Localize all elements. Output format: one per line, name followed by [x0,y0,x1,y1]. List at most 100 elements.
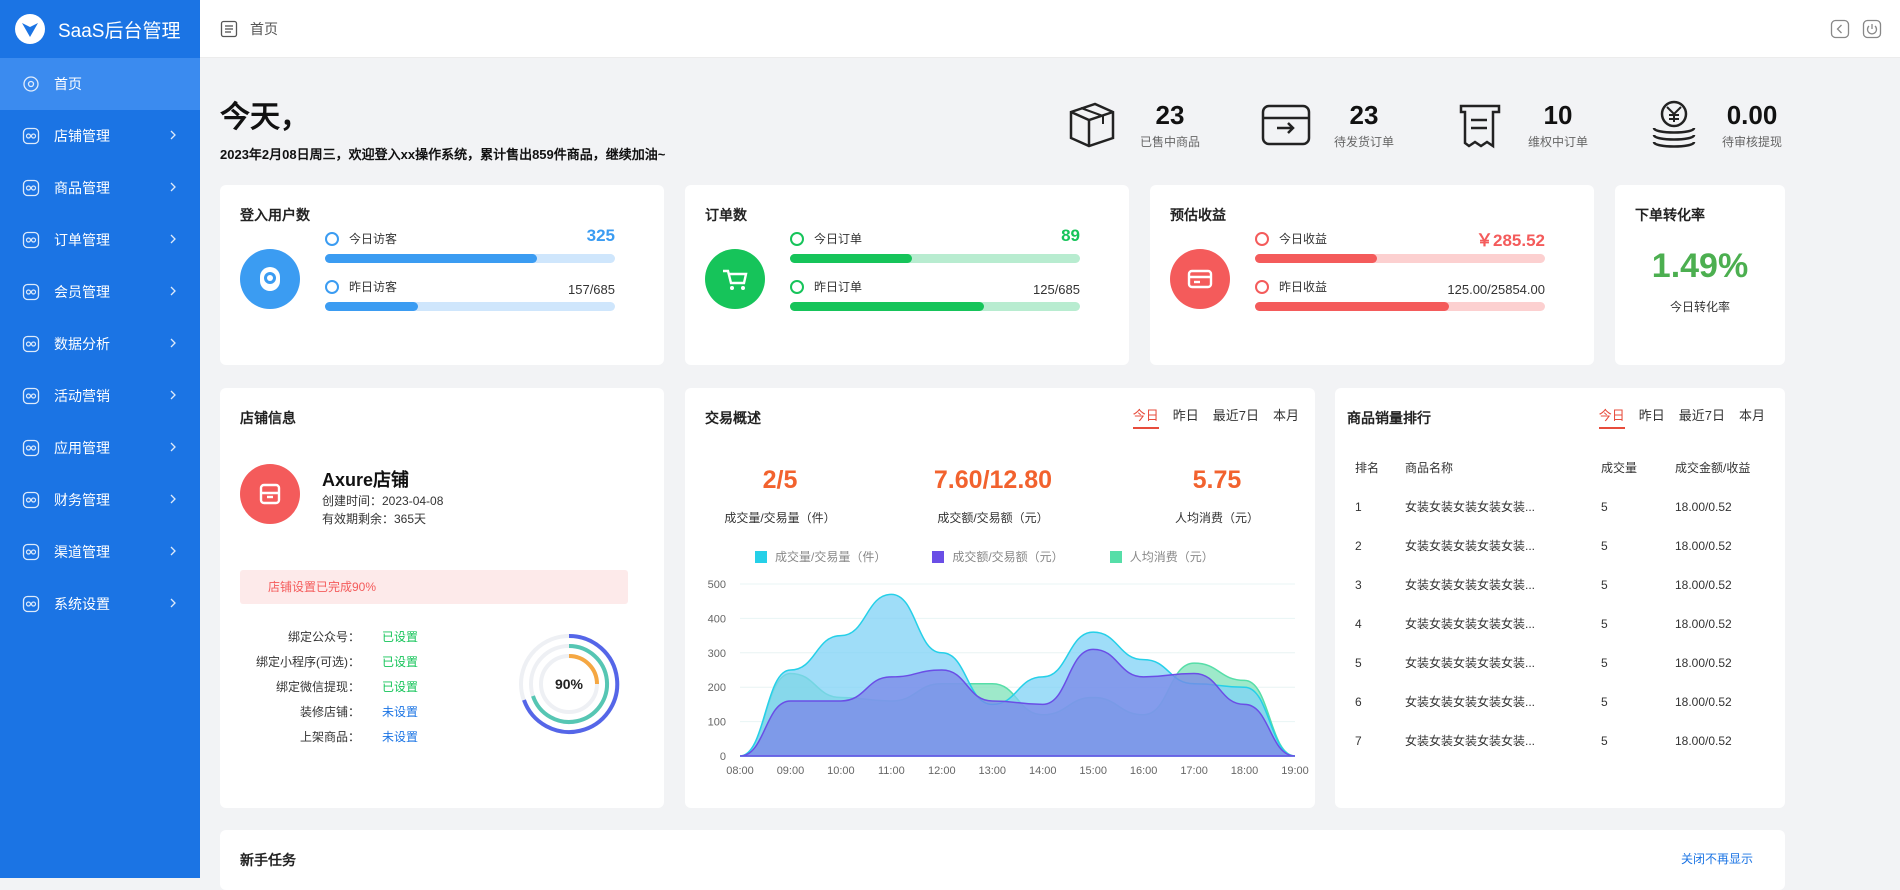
table-row[interactable]: 3 女装女装女装女装女装... 5 18.00/0.52 [1355,565,1775,604]
chevron-right-icon [170,442,176,452]
kpi-label: 成交量/交易量（件） [724,511,836,525]
sidebar-item-label: 商品管理 [54,180,110,196]
trade-overview-card: 交易概述 今日 昨日 最近7日 本月 2/5 成交量/交易量（件） 7.60/12.80… [685,388,1315,808]
y-tick-label: 0 [720,751,726,763]
sidebar-item[interactable]: 财务管理 [0,474,200,526]
breadcrumb[interactable]: 首页 [250,19,278,39]
sidebar-item[interactable]: 首页 [0,58,200,110]
table-cell: 6 [1355,694,1362,709]
table-row[interactable]: 6 女装女装女装女装女装... 5 18.00/0.52 [1355,682,1775,721]
wallet-card-icon [1170,249,1230,309]
tab[interactable]: 昨日 [1639,405,1665,429]
setup-label: 上架商品： [299,730,360,744]
y-tick-label: 100 [708,717,726,729]
setup-label: 绑定小程序(可选)： [256,655,360,669]
power-icon[interactable] [1862,19,1882,39]
setup-status[interactable]: 已设置 [382,628,418,645]
table-row[interactable]: 2 女装女装女装女装女装... 5 18.00/0.52 [1355,526,1775,565]
legend-item[interactable]: 人均消费（元） [1109,548,1214,565]
tab[interactable]: 本月 [1739,405,1765,429]
app-title: SaaS后台管理 [58,20,181,42]
tab[interactable]: 昨日 [1173,405,1199,429]
module-icon [22,283,40,301]
sidebar-item[interactable]: 系统设置 [0,578,200,630]
legend-item[interactable]: 成交额/交易额（元） [932,548,1064,565]
metric-label: 昨日访客 [349,280,398,294]
stat-disputes[interactable]: 10 维权中订单 [1453,98,1647,152]
setup-item: 装修店铺： 未设置 [240,699,418,724]
setup-status[interactable]: 已设置 [382,678,418,695]
back-icon[interactable] [1830,19,1850,39]
sidebar-item[interactable]: 渠道管理 [0,526,200,578]
table-row[interactable]: 1 女装女装女装女装女装... 5 18.00/0.52 [1355,487,1775,526]
tab[interactable]: 最近7日 [1213,405,1259,429]
sidebar-item-label: 系统设置 [54,596,110,612]
chevron-right-icon [170,234,176,244]
welcome-section: 今天， 2023年2月08日周三，欢迎登入xx操作系统，累计售出859件商品，继… [220,92,665,163]
stat-value: 0.00 [1726,100,1778,130]
stat-pending-ship[interactable]: 23 待发货订单 [1259,98,1453,152]
orders-card: 订单数 今日订单 89 昨日订单 125/685 [685,185,1129,365]
stat-withdraw[interactable]: 0.00 待审核提现 [1647,98,1841,152]
sidebar-item-label: 渠道管理 [54,544,110,560]
sidebar-item[interactable]: 活动营销 [0,370,200,422]
setup-status[interactable]: 已设置 [382,653,418,670]
welcome-subtitle: 2023年2月08日周三，欢迎登入xx操作系统，累计售出859件商品，继续加油~ [220,147,666,162]
top-bar: 首页 [200,0,1900,58]
sidebar-item[interactable]: 商品管理 [0,162,200,214]
x-tick-label: 09:00 [777,765,805,777]
setup-status[interactable]: 未设置 [382,728,418,745]
sidebar-item[interactable]: 会员管理 [0,266,200,318]
card-title: 下单转化率 [1635,207,1705,223]
module-icon [22,179,40,197]
today-revenue-row: 今日收益 ￥285.52 [1255,230,1545,263]
kpi-value: 5.75 [1192,466,1242,494]
close-tasks-link[interactable]: 关闭不再显示 [1681,850,1753,867]
progress-bar [325,302,615,311]
sidebar-item[interactable]: 应用管理 [0,422,200,474]
conversion-value: 1.49% [1651,247,1749,285]
card-title: 交易概述 [705,410,761,426]
sidebar-item[interactable]: 数据分析 [0,318,200,370]
metric-value: 157/685 [568,282,615,297]
menu-toggle-icon[interactable] [220,20,238,38]
users-card: 登入用户数 今日访客 325 昨日访客 157/685 [220,185,664,365]
tab[interactable]: 最近7日 [1679,405,1725,429]
stat-on-sale[interactable]: 23 已售中商品 [1065,98,1259,152]
shop-name: Axure店铺 [322,470,410,490]
setup-label: 绑定微信提现： [275,680,360,694]
module-icon [22,231,40,249]
module-icon [22,387,40,405]
metric-value: ￥285.52 [1476,231,1545,250]
logo[interactable]: SaaS后台管理 [0,0,200,58]
setup-status[interactable]: 未设置 [382,703,418,720]
x-tick-label: 13:00 [979,765,1007,777]
table-row[interactable]: 5 女装女装女装女装女装... 5 18.00/0.52 [1355,643,1775,682]
coins-icon [1652,100,1696,148]
legend-label: 成交额/交易额（元） [952,550,1064,564]
tab[interactable]: 本月 [1273,405,1299,429]
table-row[interactable]: 4 女装女装女装女装女装... 5 18.00/0.52 [1355,604,1775,643]
stat-label: 维权中订单 [1527,135,1588,149]
shop-valid: 有效期剩余：365天 [322,512,427,526]
table-cell: 5 [1601,694,1608,709]
table-cell: 女装女装女装女装女装... [1405,617,1536,631]
table-cell: 女装女装女装女装女装... [1405,695,1536,709]
legend-item[interactable]: 成交量/交易量（件） [755,548,886,565]
chevron-right-icon [170,182,176,192]
sidebar-item-label: 数据分析 [54,336,110,352]
sidebar-item[interactable]: 店铺管理 [0,110,200,162]
legend-label: 人均消费（元） [1129,550,1214,564]
sidebar-item[interactable]: 订单管理 [0,214,200,266]
table-cell: 3 [1355,577,1362,592]
kpi-amount: 7.60/12.80 成交额/交易额（元） [913,466,1073,526]
today-visitors-row: 今日访客 325 [325,226,615,263]
tab[interactable]: 今日 [1598,405,1625,429]
stat-label: 待发货订单 [1333,135,1394,149]
tab[interactable]: 今日 [1132,405,1159,429]
sidebar-item-label: 会员管理 [54,284,110,300]
progress-bar [1255,302,1545,311]
table-row[interactable]: 7 女装女装女装女装女装... 5 18.00/0.52 [1355,721,1775,760]
stat-value: 23 [1155,100,1185,130]
kpi-avg: 5.75 人均消费（元） [1137,466,1297,526]
